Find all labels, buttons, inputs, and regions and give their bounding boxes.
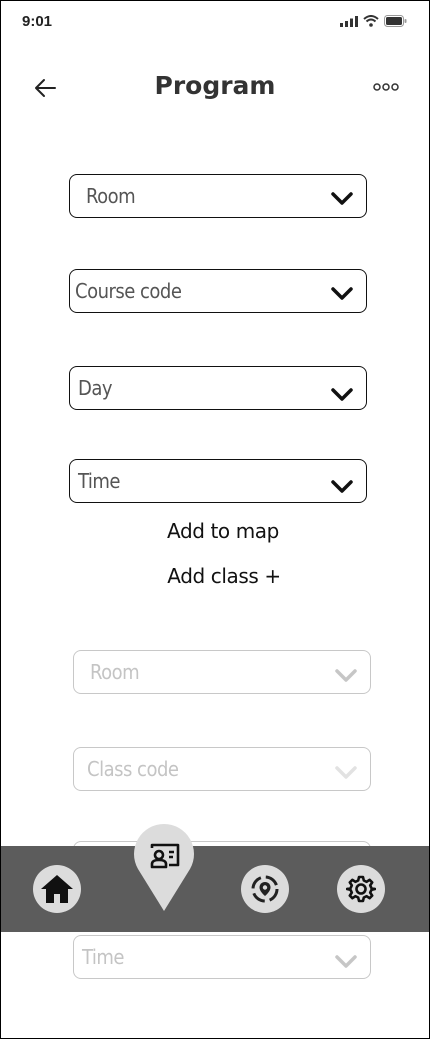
signal-icon: [340, 15, 358, 27]
time-dropdown[interactable]: Time: [69, 459, 367, 503]
room-dropdown[interactable]: Room: [69, 174, 367, 218]
course-code-dropdown-label: Course code: [75, 279, 182, 303]
class-time-dropdown-label: Time: [82, 945, 124, 969]
chevron-down-icon: [335, 669, 357, 682]
more-options-icon[interactable]: [373, 81, 399, 93]
add-class-link[interactable]: Add class +: [1, 564, 429, 588]
chevron-down-icon: [335, 766, 357, 779]
class-code-dropdown[interactable]: Class code: [73, 747, 371, 791]
room-dropdown-label: Room: [86, 184, 136, 208]
bottom-nav: [1, 846, 429, 932]
day-dropdown-label: Day: [78, 376, 113, 400]
chevron-down-icon: [331, 480, 353, 493]
day-dropdown[interactable]: Day: [69, 366, 367, 410]
nav-classroom-button[interactable]: [133, 819, 195, 913]
status-icons: [340, 15, 407, 27]
page-title: Program: [154, 71, 276, 100]
chevron-down-icon: [335, 955, 357, 968]
battery-icon: [384, 15, 407, 27]
add-to-map-link[interactable]: Add to map: [1, 519, 429, 543]
class-time-dropdown[interactable]: Time: [73, 935, 371, 979]
chevron-down-icon: [331, 287, 353, 300]
course-code-dropdown[interactable]: Course code: [69, 269, 367, 313]
nav-settings-button[interactable]: [337, 865, 385, 913]
chevron-down-icon: [331, 388, 353, 401]
class-room-dropdown[interactable]: Room: [73, 650, 371, 694]
gear-icon: [346, 875, 376, 903]
screen: 9:01 Program Room Course code Day Time A…: [0, 0, 430, 1039]
class-code-dropdown-label: Class code: [87, 757, 179, 781]
location-icon: [251, 875, 279, 903]
chevron-down-icon: [331, 192, 353, 205]
nav-home-button[interactable]: [33, 865, 81, 913]
home-icon: [41, 875, 73, 903]
nav-location-button[interactable]: [241, 865, 289, 913]
time-dropdown-label: Time: [78, 469, 120, 493]
status-time: 9:01: [22, 13, 53, 30]
wifi-icon: [363, 15, 379, 27]
class-room-dropdown-label: Room: [90, 660, 140, 684]
